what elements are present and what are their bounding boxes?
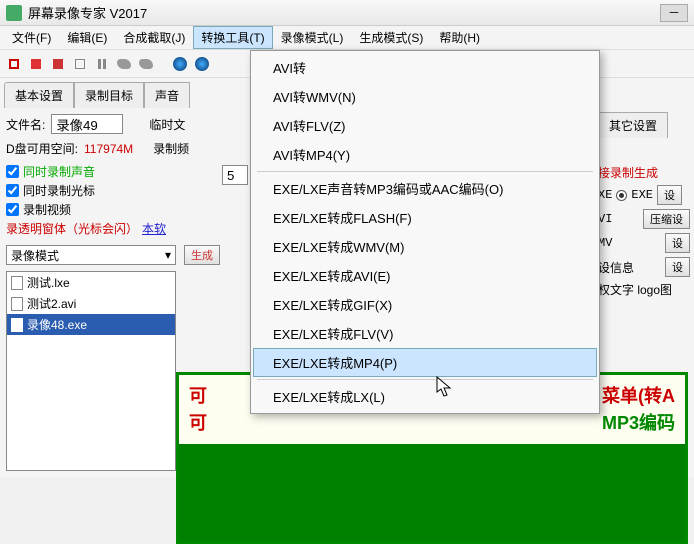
tab-basic[interactable]: 基本设置 [4, 82, 74, 108]
menu-help[interactable]: 帮助(H) [431, 26, 488, 49]
menu-exe-wmv[interactable]: EXE/LXE转成WMV(M) [253, 232, 597, 261]
file-list[interactable]: 测试.lxe 测试2.avi 录像48.exe [6, 271, 176, 471]
chevron-down-icon: ▾ [165, 248, 171, 262]
toolbar-frame[interactable] [70, 54, 90, 74]
menu-avi-convert[interactable]: AVI转 [253, 53, 597, 82]
rec-freq-input[interactable] [222, 165, 248, 185]
file-icon [11, 276, 23, 290]
convert-dropdown: AVI转 AVI转WMV(N) AVI转FLV(Z) AVI转MP4(Y) EX… [250, 50, 600, 414]
disk-label: D盘可用空间: [6, 140, 78, 157]
toolbar-fish-icon[interactable] [114, 54, 134, 74]
app-icon [6, 5, 22, 21]
tab-other[interactable]: 其它设置 [598, 112, 668, 138]
filename-label: 文件名: [6, 116, 45, 133]
cb-cursor-label: 同时录制光标 [23, 182, 95, 199]
menu-generate-mode[interactable]: 生成模式(S) [351, 26, 431, 49]
menu-exe-gif[interactable]: EXE/LXE转成GIF(X) [253, 290, 597, 319]
toolbar-stop[interactable] [48, 54, 68, 74]
toolbar-globe-icon[interactable] [170, 54, 190, 74]
toolbar-rec-outline[interactable] [4, 54, 24, 74]
menu-file[interactable]: 文件(F) [4, 26, 59, 49]
toolbar-fish2-icon[interactable] [136, 54, 156, 74]
toolbar-globe2-icon[interactable] [192, 54, 212, 74]
software-link[interactable]: 本软 [142, 220, 166, 237]
direct-rec-label: 接录制生成 [598, 164, 658, 181]
compress-btn[interactable]: 压缩设 [643, 209, 690, 229]
menu-exe-flash[interactable]: EXE/LXE转成FLASH(F) [253, 203, 597, 232]
minimize-button[interactable]: ─ [660, 4, 688, 22]
disk-value: 117974M [84, 142, 133, 156]
menu-exe-mp3[interactable]: EXE/LXE声音转MP3编码或AAC编码(O) [253, 174, 597, 203]
menu-exe-flv[interactable]: EXE/LXE转成FLV(V) [253, 319, 597, 348]
menu-exe-avi[interactable]: EXE/LXE转成AVI(E) [253, 261, 597, 290]
settings-btn-2[interactable]: 设 [665, 233, 690, 253]
cb-cursor[interactable] [6, 184, 19, 197]
tab-sound[interactable]: 声音 [144, 82, 190, 108]
file-item: 测试.lxe [7, 272, 175, 293]
menu-avi-wmv[interactable]: AVI转WMV(N) [253, 82, 597, 111]
menu-compose[interactable]: 合成截取(J) [115, 26, 193, 49]
menu-avi-flv[interactable]: AVI转FLV(Z) [253, 111, 597, 140]
green-area [176, 444, 688, 544]
menu-convert[interactable]: 转换工具(T) [193, 26, 272, 49]
cb-video[interactable] [6, 203, 19, 216]
menubar: 文件(F) 编辑(E) 合成截取(J) 转换工具(T) 录像模式(L) 生成模式… [0, 26, 694, 50]
window-title: 屏幕录像专家 V2017 [28, 3, 147, 22]
file-icon [11, 318, 23, 332]
settings-btn-3[interactable]: 设 [665, 257, 690, 277]
cb-sound[interactable] [6, 165, 19, 178]
filelist-mode[interactable]: 录像模式 ▾ [6, 245, 176, 265]
cb-sound-label: 同时录制声音 [23, 163, 95, 180]
file-item-selected: 录像48.exe [7, 314, 175, 335]
rec-freq-label: 录制频 [153, 140, 189, 157]
logo-label: 权文字 logo图 [598, 281, 672, 298]
cb-video-label: 录制视频 [23, 201, 71, 218]
menu-edit[interactable]: 编辑(E) [59, 26, 115, 49]
menu-avi-mp4[interactable]: AVI转MP4(Y) [253, 140, 597, 169]
menu-exe-mp4[interactable]: EXE/LXE转成MP4(P) [253, 348, 597, 377]
filename-input[interactable] [51, 114, 123, 134]
menu-exe-lx[interactable]: EXE/LXE转成LX(L) [253, 382, 597, 411]
file-item: 测试2.avi [7, 293, 175, 314]
tab-target[interactable]: 录制目标 [74, 82, 144, 108]
settings-btn-1[interactable]: 设 [657, 185, 682, 205]
generate-button[interactable]: 生成 [184, 245, 220, 265]
cb-transparent-label: 录透明窗体（光标会闪） [6, 220, 138, 237]
file-icon [11, 297, 23, 311]
toolbar-pause[interactable] [92, 54, 112, 74]
menu-record-mode[interactable]: 录像模式(L) [273, 26, 352, 49]
tempdir-label: 临时文 [149, 116, 185, 133]
radio-exe[interactable] [616, 190, 627, 201]
toolbar-rec-solid[interactable] [26, 54, 46, 74]
